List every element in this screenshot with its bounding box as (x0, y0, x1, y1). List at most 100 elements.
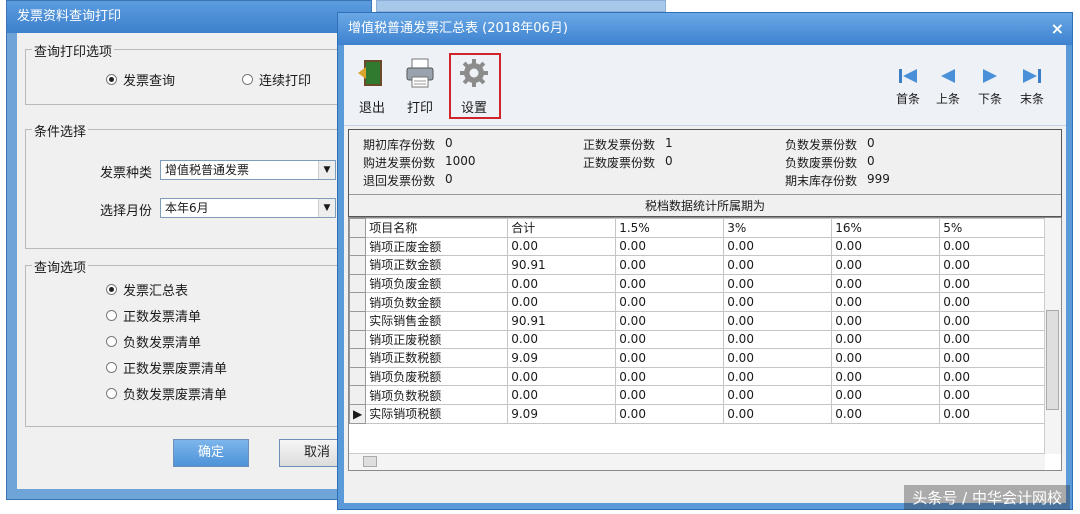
table-cell[interactable]: 0.00 (723, 348, 833, 368)
radio-negative-void-list[interactable]: 负数发票废票清单 (106, 384, 227, 403)
table-row[interactable]: 销项正数税额 9.09 0.00 0.00 0.00 0.00 (349, 348, 1051, 368)
table-cell[interactable]: 0.00 (939, 255, 1051, 275)
table-row[interactable]: ▶ 实际销项税额 9.09 0.00 0.00 0.00 0.00 (349, 403, 1051, 424)
table-cell[interactable]: 0.00 (615, 292, 725, 312)
table-cell[interactable]: 0.00 (507, 329, 617, 350)
column-header[interactable]: 5% (939, 218, 1051, 238)
row-selector[interactable] (349, 292, 367, 312)
column-header[interactable]: 16% (831, 218, 941, 238)
prev-record-button[interactable]: 上条 (930, 67, 966, 107)
ok-button[interactable]: 确定 (173, 439, 249, 467)
table-cell[interactable]: 0.00 (615, 348, 725, 368)
table-cell[interactable]: 实际销售金额 (365, 310, 509, 331)
invoice-type-select[interactable]: 增值税普通发票 ▼ (160, 160, 336, 180)
column-header[interactable]: 3% (723, 218, 833, 238)
radio-dot[interactable] (106, 284, 117, 295)
table-cell[interactable]: 0.00 (723, 273, 833, 294)
row-selector[interactable] (349, 329, 367, 350)
table-cell[interactable]: 9.09 (507, 348, 617, 368)
table-cell[interactable]: 0.00 (939, 310, 1051, 331)
close-icon[interactable]: × (1051, 19, 1064, 38)
table-row[interactable]: 销项负废税额 0.00 0.00 0.00 0.00 0.00 (349, 366, 1051, 387)
table-cell[interactable]: 销项负数金额 (365, 292, 509, 312)
radio-dot[interactable] (106, 362, 117, 373)
horizontal-scroll-thumb[interactable] (363, 456, 377, 467)
table-cell[interactable]: 0.00 (939, 236, 1051, 257)
table-cell[interactable]: 销项负数税额 (365, 385, 509, 405)
column-header[interactable]: 1.5% (615, 218, 725, 238)
table-cell[interactable]: 0.00 (939, 385, 1051, 405)
column-header[interactable]: 合计 (507, 218, 617, 238)
table-cell[interactable]: 实际销项税额 (365, 403, 509, 424)
first-record-button[interactable]: 首条 (890, 67, 926, 107)
table-cell[interactable]: 9.09 (507, 403, 617, 424)
table-cell[interactable]: 销项正废金额 (365, 236, 509, 257)
exit-button[interactable]: 退出 (350, 57, 394, 116)
table-cell[interactable]: 0.00 (939, 292, 1051, 312)
table-cell[interactable]: 0.00 (939, 348, 1051, 368)
row-selector[interactable] (349, 385, 367, 405)
table-cell[interactable]: 0.00 (939, 366, 1051, 387)
table-cell[interactable]: 0.00 (615, 329, 725, 350)
table-cell[interactable]: 0.00 (831, 292, 941, 312)
table-row[interactable]: 实际销售金额 90.91 0.00 0.00 0.00 0.00 (349, 310, 1051, 331)
horizontal-scrollbar[interactable] (349, 453, 1045, 470)
table-cell[interactable]: 0.00 (831, 329, 941, 350)
table-row[interactable]: 销项负数税额 0.00 0.00 0.00 0.00 0.00 (349, 385, 1051, 405)
radio-dot[interactable] (106, 74, 117, 85)
table-row[interactable]: 销项正废税额 0.00 0.00 0.00 0.00 0.00 (349, 329, 1051, 350)
table-cell[interactable]: 0.00 (939, 329, 1051, 350)
table-cell[interactable]: 销项负废税额 (365, 366, 509, 387)
vertical-scroll-thumb[interactable] (1046, 310, 1059, 410)
table-cell[interactable]: 0.00 (507, 292, 617, 312)
table-row[interactable]: 销项正废金额 0.00 0.00 0.00 0.00 0.00 (349, 236, 1051, 257)
radio-positive-list[interactable]: 正数发票清单 (106, 306, 201, 325)
row-selector[interactable]: ▶ (349, 403, 367, 424)
chevron-down-icon[interactable]: ▼ (318, 199, 335, 217)
radio-negative-list[interactable]: 负数发票清单 (106, 332, 201, 351)
table-cell[interactable]: 0.00 (831, 348, 941, 368)
table-cell[interactable]: 0.00 (723, 385, 833, 405)
table-row[interactable]: 销项负废金额 0.00 0.00 0.00 0.00 0.00 (349, 273, 1051, 294)
table-cell[interactable]: 0.00 (723, 310, 833, 331)
row-selector[interactable] (349, 273, 367, 294)
row-selector[interactable] (349, 348, 367, 368)
radio-invoice-query[interactable]: 发票查询 (106, 70, 175, 89)
radio-dot[interactable] (106, 388, 117, 399)
table-cell[interactable]: 销项正数金额 (365, 255, 509, 275)
table-cell[interactable]: 0.00 (723, 255, 833, 275)
table-cell[interactable]: 0.00 (507, 273, 617, 294)
radio-positive-void-list[interactable]: 正数发票废票清单 (106, 358, 227, 377)
month-select[interactable]: 本年6月 ▼ (160, 198, 336, 218)
table-cell[interactable]: 0.00 (831, 403, 941, 424)
table-cell[interactable]: 0.00 (615, 385, 725, 405)
table-cell[interactable]: 销项负废金额 (365, 273, 509, 294)
table-cell[interactable]: 0.00 (831, 310, 941, 331)
table-cell[interactable]: 0.00 (831, 236, 941, 257)
table-cell[interactable]: 销项正数税额 (365, 348, 509, 368)
table-cell[interactable]: 0.00 (615, 310, 725, 331)
row-selector[interactable] (349, 255, 367, 275)
table-cell[interactable]: 0.00 (507, 366, 617, 387)
next-record-button[interactable]: 下条 (972, 67, 1008, 107)
table-cell[interactable]: 0.00 (615, 403, 725, 424)
table-cell[interactable]: 0.00 (723, 236, 833, 257)
vertical-scrollbar[interactable] (1044, 218, 1061, 454)
table-cell[interactable]: 0.00 (507, 385, 617, 405)
table-cell[interactable]: 90.91 (507, 310, 617, 331)
table-cell[interactable]: 0.00 (507, 236, 617, 257)
summary-grid[interactable]: 项目名称 合计 1.5% 3% 16% 5% 销项正废金额 0.00 0.00 0.0… (348, 217, 1062, 471)
row-selector[interactable] (349, 366, 367, 387)
table-cell[interactable]: 0.00 (615, 255, 725, 275)
radio-summary[interactable]: 发票汇总表 (106, 280, 188, 299)
last-record-button[interactable]: 末条 (1014, 67, 1050, 107)
table-cell[interactable]: 0.00 (831, 366, 941, 387)
table-cell[interactable]: 0.00 (615, 236, 725, 257)
radio-dot[interactable] (106, 336, 117, 347)
row-selector[interactable] (349, 236, 367, 257)
table-cell[interactable]: 0.00 (723, 366, 833, 387)
chevron-down-icon[interactable]: ▼ (318, 161, 335, 179)
table-cell[interactable]: 0.00 (723, 403, 833, 424)
table-row[interactable]: 销项正数金额 90.91 0.00 0.00 0.00 0.00 (349, 255, 1051, 275)
table-cell[interactable]: 销项正废税额 (365, 329, 509, 350)
